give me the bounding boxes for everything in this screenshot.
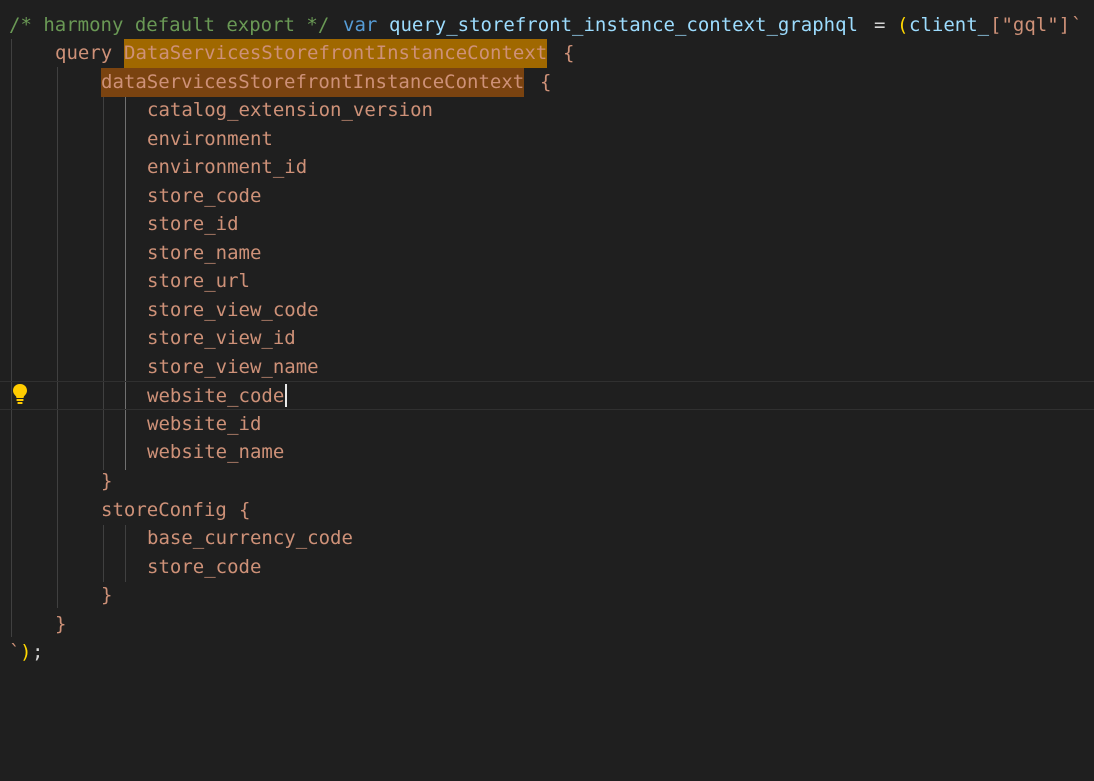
code-line[interactable]: } xyxy=(0,467,1094,496)
field-name: store_code xyxy=(147,185,262,207)
brace-close: } xyxy=(55,613,67,635)
code-line[interactable]: storeConfig { xyxy=(0,496,1094,525)
template-backtick: ` xyxy=(9,641,21,663)
paren-open: ( xyxy=(897,14,909,36)
brace-open: { xyxy=(563,42,575,64)
operation-name: DataServicesStorefrontInstanceContext xyxy=(124,39,548,68)
code-line[interactable]: } xyxy=(0,581,1094,610)
current-line[interactable]: website_code xyxy=(0,381,1094,410)
brace-open: { xyxy=(540,71,552,93)
store-config-field: storeConfig xyxy=(101,499,227,521)
brace-close: } xyxy=(101,470,113,492)
callee-name: client_ xyxy=(909,14,990,36)
field-name: website_code xyxy=(147,385,285,407)
lightbulb-icon-svg xyxy=(13,384,27,404)
field-name: website_id xyxy=(147,413,262,435)
code-line[interactable]: query DataServicesStorefrontInstanceCont… xyxy=(0,39,1094,68)
code-line[interactable]: catalog_extension_version xyxy=(0,96,1094,125)
field-name: store_url xyxy=(147,270,250,292)
code-line[interactable]: store_view_code xyxy=(0,296,1094,325)
code-line[interactable]: store_url xyxy=(0,267,1094,296)
template-backtick: ` xyxy=(1071,14,1083,36)
code-line[interactable]: environment_id xyxy=(0,153,1094,182)
field-name: store_name xyxy=(147,242,262,264)
paren-close: ) xyxy=(20,641,32,663)
code-line[interactable]: /* harmony default export */ var query_s… xyxy=(0,11,1094,40)
field-name: environment xyxy=(147,128,273,150)
equals-operator: = xyxy=(874,14,886,36)
field-name: environment_id xyxy=(147,156,308,178)
field-name: store_code xyxy=(147,556,262,578)
lightbulb-icon[interactable] xyxy=(11,383,29,405)
code-line[interactable]: } xyxy=(0,610,1094,639)
field-name: store_id xyxy=(147,213,239,235)
code-line[interactable]: store_name xyxy=(0,239,1094,268)
code-line[interactable]: store_code xyxy=(0,553,1094,582)
brace-open: { xyxy=(239,499,251,521)
field-name: store_view_id xyxy=(147,327,296,349)
code-line[interactable]: store_view_name xyxy=(0,353,1094,382)
code-line[interactable]: store_id xyxy=(0,210,1094,239)
code-line[interactable]: website_name xyxy=(0,438,1094,467)
code-line[interactable]: environment xyxy=(0,125,1094,154)
context-field: dataServicesStorefrontInstanceContext xyxy=(101,68,525,97)
field-name: store_view_name xyxy=(147,356,319,378)
query-keyword: query xyxy=(55,42,113,64)
field-name: catalog_extension_version xyxy=(147,99,433,121)
semicolon: ; xyxy=(32,641,44,663)
string-index: ["gql"] xyxy=(990,14,1071,36)
code-line[interactable]: website_id xyxy=(0,410,1094,439)
code-line[interactable]: base_currency_code xyxy=(0,524,1094,553)
code-line[interactable]: store_code xyxy=(0,182,1094,211)
variable-name: query_storefront_instance_context_graphq… xyxy=(389,14,858,36)
code-line[interactable]: ` ) ; xyxy=(0,638,1094,667)
field-name: website_name xyxy=(147,441,285,463)
keyword-var: var xyxy=(343,14,378,36)
code-editor[interactable]: /* harmony default export */ var query_s… xyxy=(0,0,1094,672)
text-cursor xyxy=(285,384,287,407)
brace-close: } xyxy=(101,584,113,606)
field-name: store_view_code xyxy=(147,299,319,321)
comment: /* harmony default export */ xyxy=(9,14,330,36)
code-line[interactable]: dataServicesStorefrontInstanceContext { xyxy=(0,68,1094,97)
code-line[interactable]: store_view_id xyxy=(0,324,1094,353)
field-name: base_currency_code xyxy=(147,527,353,549)
